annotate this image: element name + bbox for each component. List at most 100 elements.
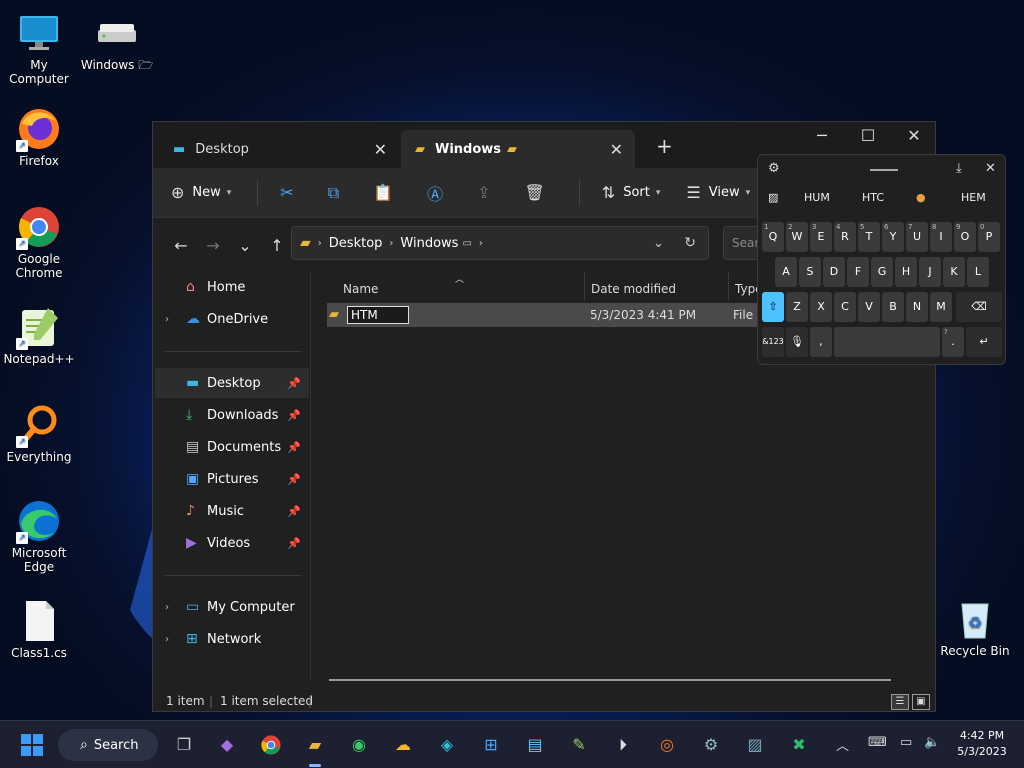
firefox-icon[interactable]: ◎: [653, 731, 681, 759]
sidebar-item-videos[interactable]: ▶ Videos 📌: [153, 528, 309, 558]
candidate-word[interactable]: HEM: [961, 191, 986, 204]
pin-icon[interactable]: 📌: [287, 377, 301, 390]
key-z[interactable]: Z: [786, 292, 808, 322]
sidebar-item-home[interactable]: ⌂ Home: [153, 272, 309, 302]
key-d[interactable]: D: [823, 257, 845, 287]
key-j[interactable]: J: [919, 257, 941, 287]
pin-icon[interactable]: 📌: [287, 537, 301, 550]
candidate-word[interactable]: HUM: [804, 191, 830, 204]
keyboard-icon[interactable]: ⌨: [868, 735, 887, 750]
desktop-icon-everything[interactable]: ↗ Everything: [0, 402, 78, 464]
key-u[interactable]: 7U: [906, 222, 928, 252]
chrome-icon[interactable]: [257, 731, 285, 759]
desktop-icon-recycle-bin[interactable]: ♻ Recycle Bin: [936, 596, 1014, 658]
media-player-icon[interactable]: ⏵: [609, 731, 637, 759]
key-m[interactable]: M: [930, 292, 952, 322]
weather-icon[interactable]: ☁: [389, 731, 417, 759]
key-p[interactable]: 0P: [978, 222, 1000, 252]
breadcrumb-desktop[interactable]: Desktop: [329, 236, 383, 251]
key-v[interactable]: V: [858, 292, 880, 322]
minimize-button[interactable]: ─: [799, 126, 845, 145]
key-w[interactable]: 2W: [786, 222, 808, 252]
tab-windows[interactable]: ▰ Windows ▰ ✕: [401, 130, 635, 168]
delete-button[interactable]: 🗑: [524, 183, 552, 202]
store-icon[interactable]: ⊞: [477, 731, 505, 759]
details-view-button[interactable]: ☰: [891, 694, 909, 710]
rename-button[interactable]: Ⓐ: [427, 181, 451, 205]
up-arrow-icon[interactable]: ↑: [261, 236, 293, 255]
clipboard-icon[interactable]: ▨: [768, 191, 778, 204]
sidebar-item-network[interactable]: › ⊞ Network: [153, 624, 309, 654]
edge-icon[interactable]: ◉: [345, 731, 373, 759]
pin-icon[interactable]: 📌: [287, 409, 301, 422]
shift-key[interactable]: ⇧: [762, 292, 784, 322]
key-i[interactable]: 8I: [930, 222, 952, 252]
dock-icon[interactable]: ⤓: [956, 161, 962, 176]
new-button[interactable]: ⊕ New ▾: [171, 183, 231, 202]
address-dropdown-icon[interactable]: ⌄: [653, 236, 664, 251]
column-header-date[interactable]: Date modified: [591, 282, 676, 296]
key-b[interactable]: B: [882, 292, 904, 322]
space-key[interactable]: [834, 327, 940, 357]
desktop-icon-class1-cs[interactable]: Class1.cs: [0, 598, 78, 660]
rename-input[interactable]: [347, 306, 409, 324]
desktop-icon-windows-drive[interactable]: Windows 🗁: [78, 10, 156, 72]
recent-locations-chevron-icon[interactable]: ⌄: [229, 236, 261, 255]
column-header-name[interactable]: Name: [343, 282, 378, 296]
sort-button[interactable]: ⇅ Sort ▾: [602, 183, 661, 202]
image-viewer-icon[interactable]: ▨: [741, 731, 769, 759]
pin-icon[interactable]: 📌: [287, 505, 301, 518]
enter-key[interactable]: ↵: [966, 327, 1002, 357]
key-k[interactable]: K: [943, 257, 965, 287]
maximize-button[interactable]: ☐: [845, 126, 891, 145]
sidebar-item-music[interactable]: ♪ Music 📌: [153, 496, 309, 526]
volume-icon[interactable]: 🔈: [924, 735, 940, 750]
key-y[interactable]: 6Y: [882, 222, 904, 252]
notepad-icon[interactable]: ▤: [521, 731, 549, 759]
chevron-up-icon[interactable]: ︿: [836, 735, 849, 754]
key-t[interactable]: 5T: [858, 222, 880, 252]
sidebar-item-desktop[interactable]: ▬ Desktop 📌: [155, 368, 309, 398]
sidebar-item-documents[interactable]: ▤ Documents 📌: [153, 432, 309, 462]
sidebar-item-pictures[interactable]: ▣ Pictures 📌: [153, 464, 309, 494]
pin-icon[interactable]: 📌: [287, 441, 301, 454]
microphone-key[interactable]: 🎙: [786, 327, 808, 357]
key-s[interactable]: S: [799, 257, 821, 287]
start-button[interactable]: [18, 731, 46, 759]
candidate-word[interactable]: HTC: [862, 191, 884, 204]
display-icon[interactable]: ▭: [900, 735, 912, 750]
key-h[interactable]: H: [895, 257, 917, 287]
address-bar[interactable]: ▰ › Desktop › Windows ▭ › ⌄ ↻: [291, 226, 709, 260]
task-view-icon[interactable]: ❐: [170, 731, 198, 759]
refresh-icon[interactable]: ↻: [684, 235, 696, 251]
period-key[interactable]: ?.: [942, 327, 964, 357]
close-icon[interactable]: ✕: [374, 140, 387, 159]
key-l[interactable]: L: [967, 257, 989, 287]
vscode-icon[interactable]: ✖: [785, 731, 813, 759]
sidebar-item-my-computer[interactable]: › ▭ My Computer: [153, 592, 309, 622]
close-window-button[interactable]: ✕: [891, 126, 937, 145]
app-icon[interactable]: ◈: [433, 731, 461, 759]
numbers-key[interactable]: &123: [762, 327, 784, 357]
tiles-view-button[interactable]: ▣: [912, 694, 930, 710]
paste-button[interactable]: 📋: [373, 183, 401, 202]
desktop-icon-firefox[interactable]: ↗ Firefox: [0, 106, 78, 168]
column-divider[interactable]: [728, 272, 729, 300]
sidebar-item-downloads[interactable]: ⤓ Downloads 📌: [153, 400, 309, 430]
key-q[interactable]: 1Q: [762, 222, 784, 252]
cut-button[interactable]: ✂: [280, 183, 301, 202]
copy-button[interactable]: ⧉: [328, 183, 347, 203]
tab-desktop[interactable]: ▬ Desktop ✕: [159, 130, 399, 168]
comma-key[interactable]: ,: [810, 327, 832, 357]
desktop-icon-notepadpp[interactable]: ↗ Notepad++: [0, 304, 78, 366]
key-x[interactable]: X: [810, 292, 832, 322]
key-c[interactable]: C: [834, 292, 856, 322]
desktop-icon-edge[interactable]: ↗ Microsoft Edge: [0, 498, 78, 574]
close-icon[interactable]: ✕: [985, 161, 996, 176]
key-f[interactable]: F: [847, 257, 869, 287]
backspace-key[interactable]: ⌫: [956, 292, 1002, 322]
back-arrow-icon[interactable]: ←: [165, 236, 197, 255]
pin-icon[interactable]: 📌: [287, 473, 301, 486]
desktop-icon-my-computer[interactable]: My Computer: [0, 10, 78, 86]
key-o[interactable]: 9O: [954, 222, 976, 252]
